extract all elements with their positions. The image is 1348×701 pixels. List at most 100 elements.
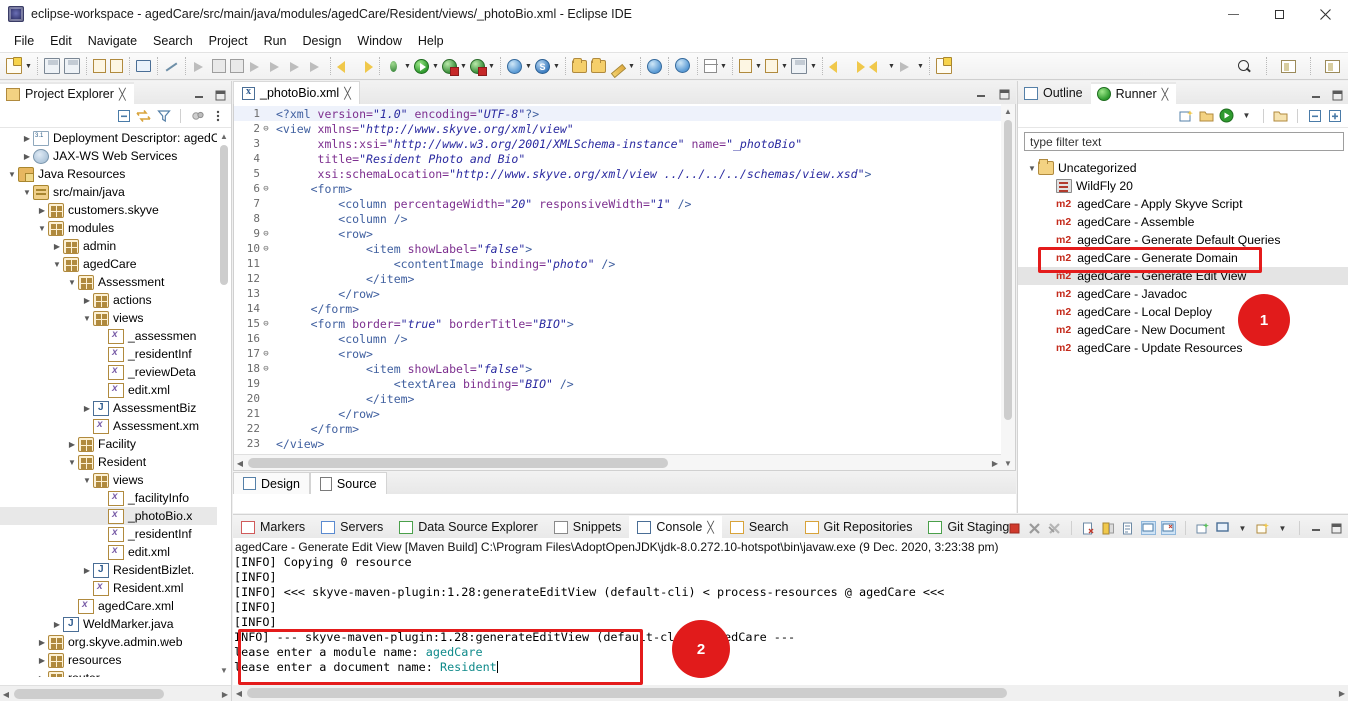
table-dropdown-icon[interactable]: ▼ [719,54,728,78]
ant-build-button[interactable] [384,54,403,78]
remove-all-launches-icon[interactable] [1047,521,1062,535]
menu-edit[interactable]: Edit [42,32,80,50]
maximize-button[interactable] [1256,0,1302,29]
code-line[interactable]: 20 </item> [234,391,1001,406]
chevron-down-icon[interactable]: ▼ [51,260,63,269]
tab-design[interactable]: Design [233,472,310,494]
new-jsp-button[interactable] [91,54,108,78]
chevron-right-icon[interactable]: ▶ [51,242,63,251]
tree-item-resident[interactable]: ▼ Resident [0,453,231,471]
chevron-right-icon[interactable]: ▶ [21,134,33,143]
runner-item-wildfly-20[interactable]: WildFly 20 [1018,177,1348,195]
runner-item-agedcare-local-deploy[interactable]: m2 agedCare - Local Deploy [1018,303,1348,321]
runner-item-agedcare-assemble[interactable]: m2 agedCare - Assemble [1018,213,1348,231]
view-menu-filter-icon[interactable] [156,109,171,123]
next-dropdown-icon[interactable]: ▼ [916,54,925,78]
code-line[interactable]: 17 ⊖ <row> [234,346,1001,361]
scroll-left-icon[interactable]: ◀ [234,457,246,469]
tree-item--photobio-x[interactable]: _photoBio.x [0,507,231,525]
forward-button[interactable] [847,54,867,78]
view-menu-icon[interactable] [210,109,225,123]
annotation-dropdown-icon[interactable]: ▼ [627,54,636,78]
runner-generate-edit-view[interactable]: m2 agedCare - Generate Edit View [1018,267,1348,285]
next-edit-button[interactable] [896,54,916,78]
chevron-right-icon[interactable]: ▶ [36,638,48,647]
fold-collapse-icon[interactable]: ⊖ [260,244,272,254]
code-line[interactable]: 15 ⊖ <form border="true" borderTitle="BIO… [234,316,1001,331]
tree-item-assessmentbiz[interactable]: ▶ AssessmentBiz [0,399,231,417]
tree-item-assessment-xm[interactable]: Assessment.xm [0,417,231,435]
tab-outline[interactable]: Outline [1018,82,1091,104]
new-launch-icon[interactable] [1179,109,1194,123]
menu-design[interactable]: Design [295,32,350,50]
chevron-right-icon[interactable]: ▶ [51,620,63,629]
console-hscrollbar[interactable]: ◀ ▶ [233,685,1348,701]
chevron-down-icon[interactable]: ▼ [81,314,93,323]
chevron-right-icon[interactable]: ▶ [66,440,78,449]
minimize-icon[interactable] [1309,521,1324,535]
chevron-right-icon[interactable]: ▶ [36,206,48,215]
clear-console-icon[interactable] [1081,521,1096,535]
runner-item-agedcare-new-document[interactable]: m2 agedCare - New Document [1018,321,1348,339]
previous-edit-button[interactable] [867,54,887,78]
tree-item-views[interactable]: ▼ views [0,471,231,489]
project-tree-hscrollbar[interactable]: ◀ ▶ [0,685,231,701]
pin-editor-button[interactable] [934,54,954,78]
profile-dropdown-icon[interactable]: ▼ [780,54,789,78]
expand-all-icon[interactable] [1327,109,1342,123]
new-button[interactable] [4,54,24,78]
tree-item-admin[interactable]: ▶ admin [0,237,231,255]
history-button[interactable] [789,54,809,78]
tree-item-router[interactable]: ▶ router [0,669,231,677]
run-on-server-button[interactable] [505,54,524,78]
skyve-button[interactable]: S [533,54,552,78]
fold-collapse-icon[interactable]: ⊖ [260,124,272,134]
terminate-icon[interactable] [1007,521,1022,535]
code-line[interactable]: 10 ⊖ <item showLabel="false"> [234,241,1001,256]
remove-launch-icon[interactable] [1027,521,1042,535]
tree-item-deployment-descriptor-agedc[interactable]: ▶ Deployment Descriptor: agedC [0,129,231,147]
close-icon[interactable]: ╳ [344,87,351,100]
disconnect-button[interactable] [246,54,266,78]
tree-item-actions[interactable]: ▶ actions [0,291,231,309]
chevron-right-icon[interactable]: ▶ [81,404,93,413]
code-line[interactable]: 9 ⊖ <row> [234,226,1001,241]
tree-item-views[interactable]: ▼ views [0,309,231,327]
tree-item-org-skyve-admin-web[interactable]: ▶ org.skyve.admin.web [0,633,231,651]
sql-dropdown-icon[interactable]: ▼ [754,54,763,78]
scroll-right-icon[interactable]: ▶ [219,688,231,700]
tab-project-explorer[interactable]: Project Explorer ╳ [0,82,134,104]
close-icon[interactable]: ╳ [707,521,714,534]
skyve-dropdown-icon[interactable]: ▼ [552,54,561,78]
console-tab-servers[interactable]: Servers [313,516,391,538]
run-dropdown-icon[interactable]: ▼ [1239,109,1254,123]
console-output[interactable]: [INFO] Copying 0 resource [INFO] [INFO] <<… [233,555,1348,684]
code-line[interactable]: 18 ⊖ <item showLabel="false"> [234,361,1001,376]
console-tab-git-repositories[interactable]: Git Repositories [797,516,921,538]
menu-search[interactable]: Search [145,32,201,50]
tree-item-resources[interactable]: ▶ resources [0,651,231,669]
collapse-all-icon[interactable] [116,109,131,123]
menu-window[interactable]: Window [349,32,409,50]
tree-item-agedcare-xml[interactable]: agedCare.xml [0,597,231,615]
scroll-left-icon[interactable]: ◀ [233,687,245,699]
code-line[interactable]: 7 <column percentageWidth="20" responsiv… [234,196,1001,211]
step-into-button[interactable] [266,54,286,78]
tab-source[interactable]: Source [309,472,387,494]
scroll-lock-icon[interactable] [1101,521,1116,535]
fold-collapse-icon[interactable]: ⊖ [260,364,272,374]
scroll-left-icon[interactable]: ◀ [0,688,12,700]
code-line[interactable]: 1 <?xml version="1.0" encoding="UTF-8"?> [234,106,1001,121]
tree-item-resident-xml[interactable]: Resident.xml [0,579,231,597]
code-line[interactable]: 11 <contentImage binding="photo" /> [234,256,1001,271]
code-line[interactable]: 14 </form> [234,301,1001,316]
new-servlet-button[interactable] [108,54,125,78]
tab-runner[interactable]: Runner ╳ [1090,82,1177,104]
minimize-button[interactable] [1210,0,1256,29]
editor-vscrollbar[interactable]: ▲ ▼ [1001,104,1015,470]
scroll-right-icon[interactable]: ▶ [989,457,1001,469]
console-tab-snippets[interactable]: Snippets [546,516,630,538]
code-line[interactable]: 13 </row> [234,286,1001,301]
back-button[interactable] [827,54,847,78]
scroll-up-icon[interactable]: ▲ [1001,104,1015,118]
